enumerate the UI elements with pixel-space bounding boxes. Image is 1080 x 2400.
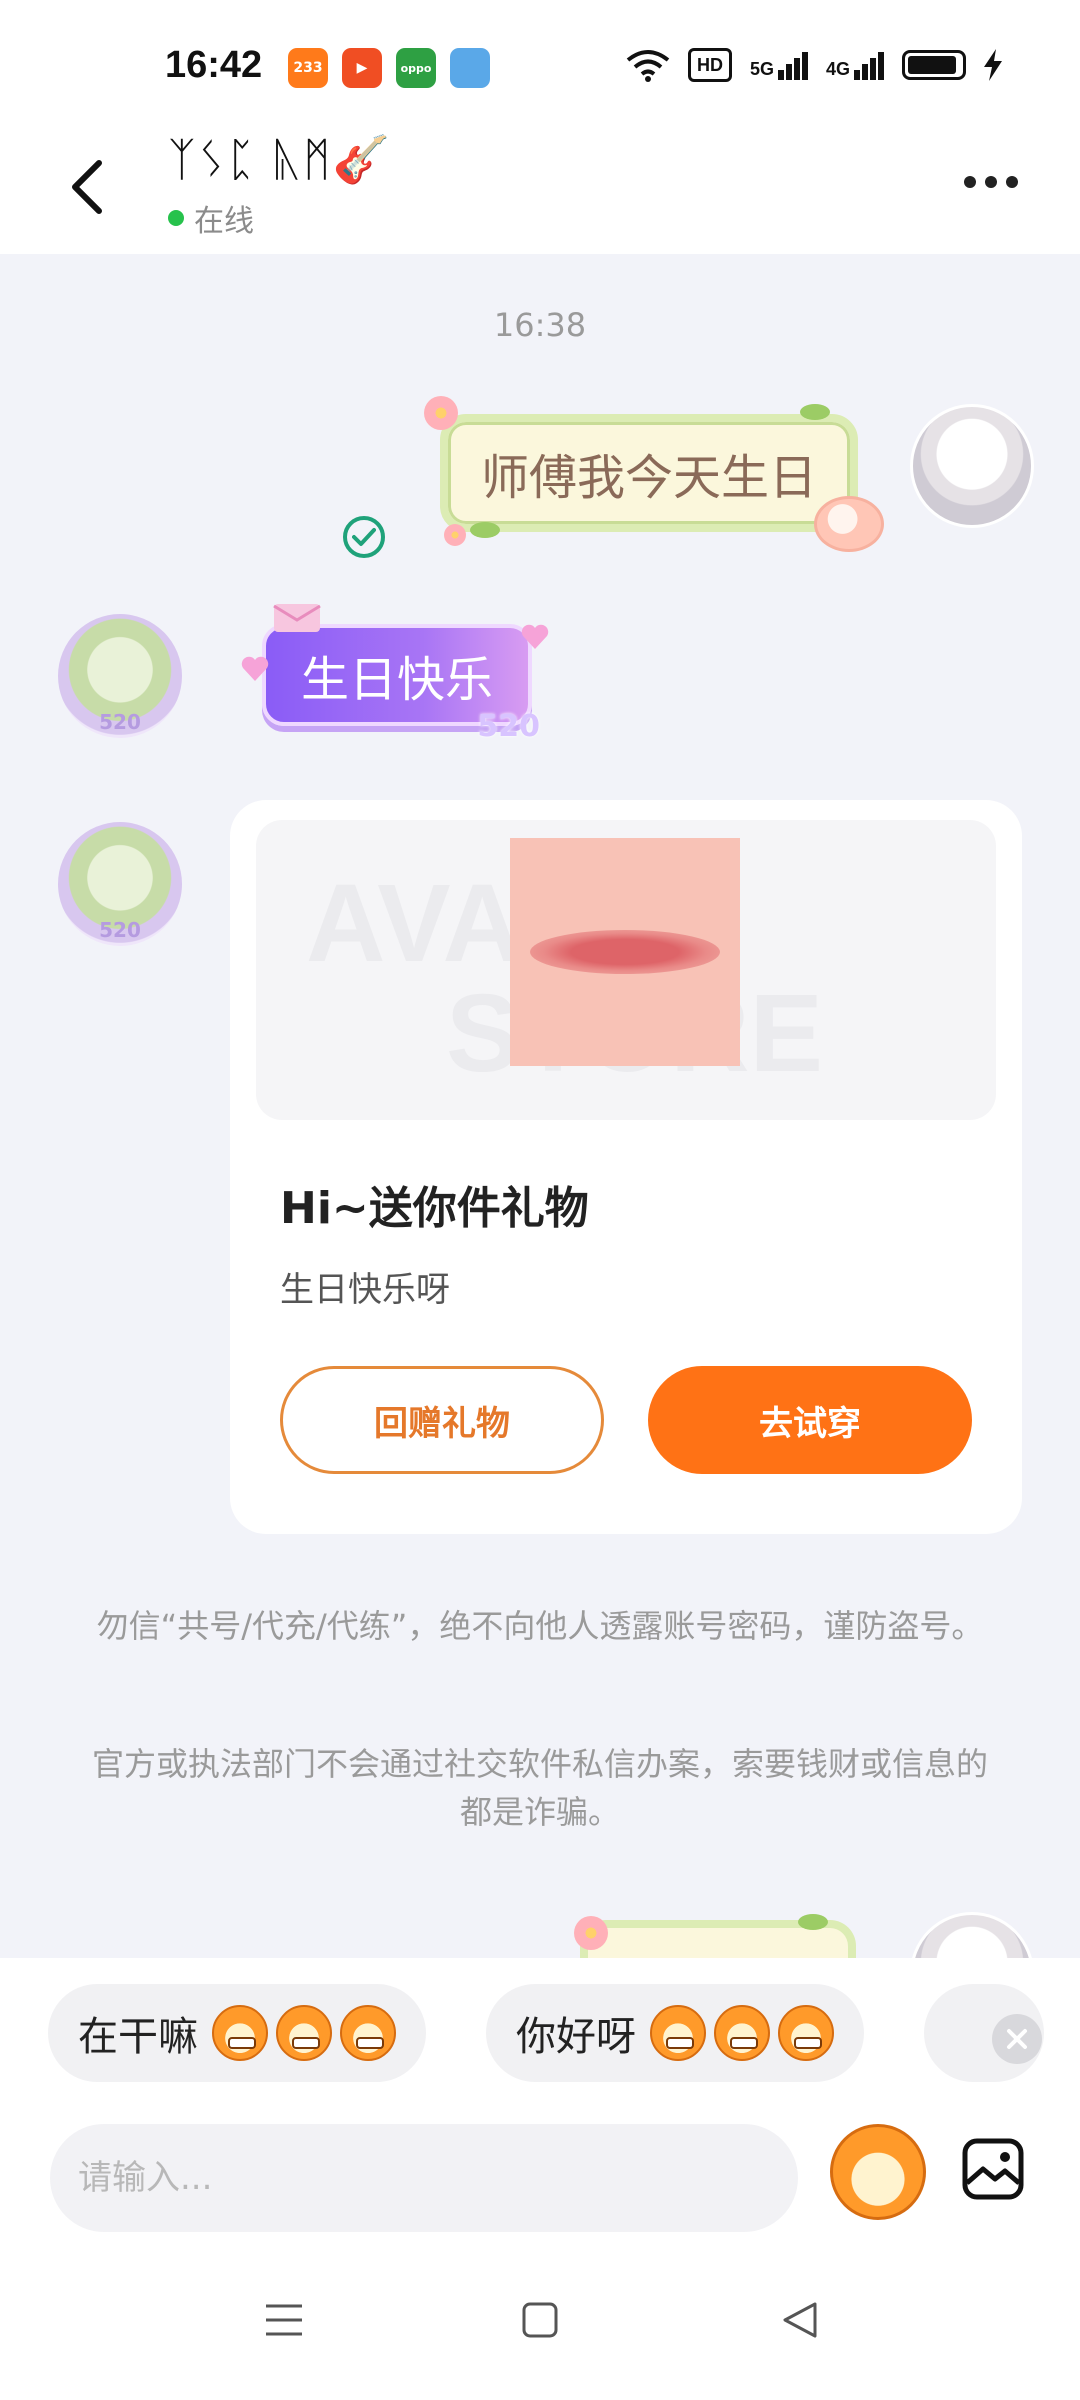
quick-reply-text: 在干嘛 (78, 2014, 198, 2060)
contact-avatar[interactable]: 520 (58, 614, 182, 738)
gift-subtitle: 生日快乐呀 (280, 1270, 450, 1310)
triangle-back-icon (783, 2302, 817, 2338)
video-app-icon: ▶ (342, 48, 382, 88)
system-nav-bar (0, 2244, 1080, 2400)
image-picker-button[interactable] (958, 2134, 1028, 2204)
avatar-frame-badge: 520 (99, 710, 141, 734)
battery-icon (902, 50, 966, 80)
233-app-icon: 233 (288, 48, 328, 88)
leaf-decoration-icon (798, 1914, 828, 1930)
flower-decoration-icon (444, 524, 466, 546)
heart-icon (521, 624, 549, 649)
gift-card[interactable]: AVATAR STORE Hi~送你件礼物 生日快乐呀 回赠礼物 去试穿 (230, 800, 1022, 1534)
signal-5g-label: 5G (749, 59, 774, 79)
dot-icon (985, 176, 997, 188)
online-dot-icon (168, 210, 184, 226)
smile-emoji-icon (650, 2005, 706, 2061)
menu-icon (266, 2304, 302, 2336)
birthday-sticker[interactable]: 生日快乐 520 (241, 604, 549, 744)
smile-emoji-icon (714, 2005, 770, 2061)
input-bar (0, 2104, 1080, 2244)
presence-text: 在线 (194, 204, 254, 239)
menu-nav-button[interactable] (254, 2290, 314, 2350)
presence-status: 在线 (168, 196, 254, 240)
teapot-decoration-icon (814, 496, 884, 552)
sticker-text: 生日快乐 (300, 652, 493, 708)
contact-avatar[interactable]: 520 (58, 822, 182, 946)
sticker-number: 520 (477, 709, 540, 744)
gift-image[interactable]: AVATAR STORE (256, 820, 996, 1120)
dot-icon (964, 176, 976, 188)
wifi-icon (626, 50, 670, 82)
signal-4g-label: 4G (825, 59, 850, 79)
contact-name[interactable]: ᛉᛊᛈ ᚣᛗ🎸 (168, 132, 392, 187)
leaf-decoration-icon (800, 404, 830, 420)
lips-icon (530, 930, 720, 974)
my-message-bubble-partial[interactable] (574, 1914, 856, 1958)
square-icon (522, 2302, 558, 2338)
lips-item-image (510, 838, 740, 1066)
gift-title: Hi~送你件礼物 (280, 1183, 589, 1234)
back-button[interactable] (56, 152, 116, 222)
game-app-icon (450, 48, 490, 88)
message-input[interactable] (50, 2124, 798, 2232)
quick-reply-text: 你好呀 (516, 2014, 636, 2060)
status-bar: 16:42 233 ▶ oppo HD 5G 4G (0, 0, 1080, 130)
quick-reply-chip[interactable]: 你好呀 (486, 1984, 864, 2082)
return-gift-button[interactable]: 回赠礼物 (280, 1366, 604, 1474)
flower-decoration-icon (424, 396, 458, 430)
fraud-notice: 官方或执法部门不会通过社交软件私信办案，索要钱财或信息的都是诈骗。 (91, 1745, 988, 1831)
envelope-icon (273, 604, 321, 632)
back-nav-button[interactable] (770, 2290, 830, 2350)
dot-icon (1006, 176, 1018, 188)
heart-icon (241, 656, 269, 681)
flower-decoration-icon (574, 1916, 608, 1950)
try-on-button[interactable]: 去试穿 (648, 1366, 972, 1474)
close-icon (1007, 2029, 1027, 2049)
oppo-app-icon: oppo (396, 48, 436, 88)
signal-5g-icon: 5G (750, 50, 808, 80)
quick-reply-chip[interactable]: 在干嘛 (48, 1984, 426, 2082)
grin-emoji-icon (212, 2005, 268, 2061)
smile-emoji-icon (778, 2005, 834, 2061)
charging-icon (984, 49, 1002, 81)
security-notice: 勿信“共号/代充/代练”，绝不向他人透露账号密码，谨防盗号。 (96, 1607, 984, 1645)
chevron-left-icon (72, 160, 102, 214)
my-message-bubble[interactable]: 师傅我今天生日 (424, 396, 884, 552)
my-avatar[interactable] (910, 404, 1034, 528)
hd-icon: HD (687, 48, 732, 82)
grin-emoji-icon (340, 2005, 396, 2061)
status-time: 16:42 (165, 44, 263, 86)
more-options-button[interactable] (954, 166, 1028, 198)
status-app-icons: 233 ▶ oppo (288, 48, 490, 88)
home-nav-button[interactable] (510, 2290, 570, 2350)
quick-reply-bar: 在干嘛 你好呀 (0, 1958, 1080, 2104)
read-check-icon (343, 516, 385, 558)
leaf-decoration-icon (470, 522, 500, 538)
avatar-frame-badge: 520 (99, 918, 141, 942)
chat-messages[interactable]: 16:38 师傅我今天生日 520 生日快乐 520 520 AVATAR ST… (0, 254, 1080, 1958)
status-indicators: HD 5G 4G (626, 48, 1002, 82)
image-icon (962, 2138, 1024, 2200)
sticker-mascot-button[interactable] (830, 2124, 926, 2220)
signal-4g-icon: 4G (826, 50, 884, 80)
my-avatar[interactable] (910, 1912, 1034, 1958)
chat-header: ᛉᛊᛈ ᚣᛗ🎸 在线 (0, 130, 1080, 254)
close-quick-replies-button[interactable] (992, 2014, 1042, 2064)
message-timestamp: 16:38 (493, 306, 587, 344)
my-message-text: 师傅我今天生日 (480, 450, 817, 506)
grin-emoji-icon (276, 2005, 332, 2061)
